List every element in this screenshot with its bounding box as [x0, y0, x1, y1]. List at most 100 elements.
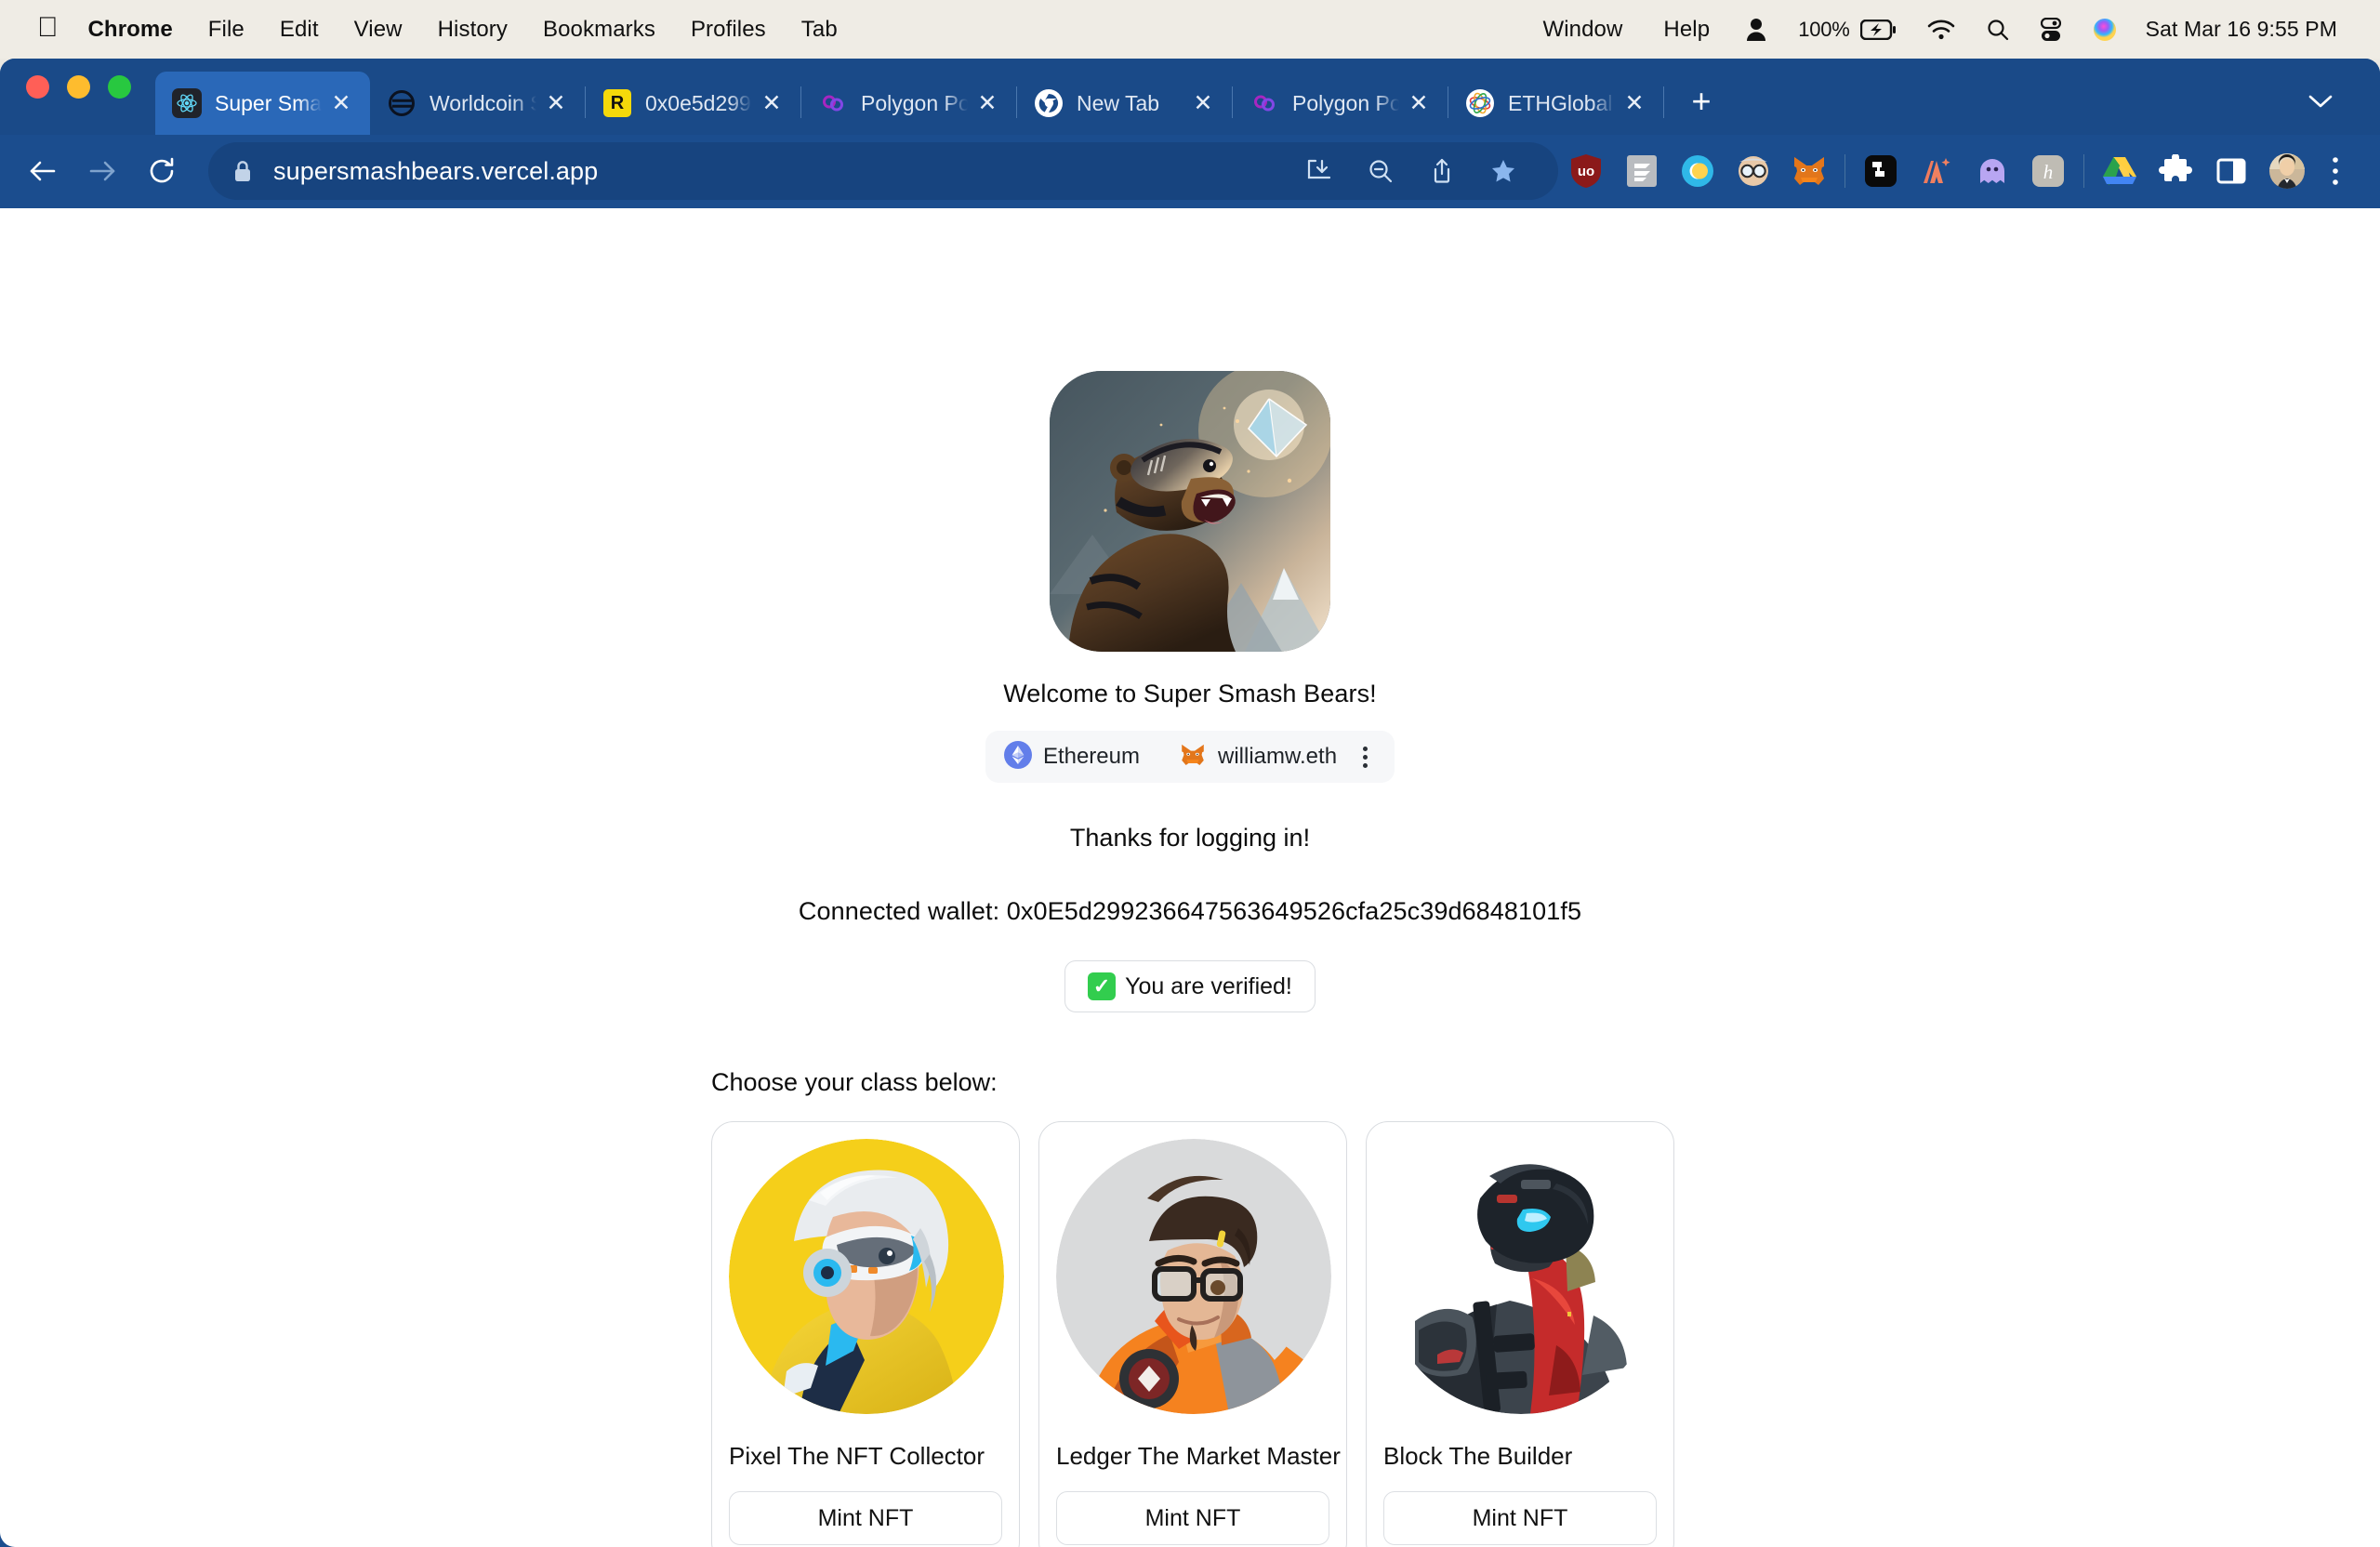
- class-name-label: Ledger The Market Master: [1056, 1442, 1341, 1470]
- nerd-glasses-icon[interactable]: [1728, 147, 1778, 195]
- class-card-block[interactable]: Block The Builder Mint NFT: [1366, 1121, 1674, 1547]
- tab-title: Super Smash B: [215, 90, 322, 115]
- menu-item-file[interactable]: File: [191, 17, 262, 43]
- brave-wallet-icon[interactable]: [1673, 147, 1723, 195]
- class-card-ledger[interactable]: Ledger The Market Master Mint NFT: [1038, 1121, 1347, 1547]
- toolbar-separator: [1844, 154, 1845, 188]
- wallet-connection-pill[interactable]: Ethereum williamw.eth: [985, 731, 1395, 783]
- tab-list: Super Smash B ✕ Worldcoin Sim ✕: [155, 59, 1727, 135]
- share-icon[interactable]: [1411, 142, 1473, 200]
- back-arrow-icon[interactable]: [13, 141, 73, 201]
- verified-status-badge[interactable]: ✓ You are verified!: [1064, 960, 1316, 1012]
- menu-bar-status-group: Window Help 100% Sat Mar 16 9:55 PM: [1522, 11, 2356, 48]
- browser-tab-super-smash-bears[interactable]: Super Smash B ✕: [155, 72, 370, 135]
- bookmark-star-icon[interactable]: [1473, 142, 1534, 200]
- reload-icon[interactable]: [132, 141, 192, 201]
- mint-nft-button[interactable]: Mint NFT: [1056, 1491, 1329, 1545]
- mac-menu-bar:  Chrome File Edit View History Bookmark…: [0, 0, 2380, 59]
- menu-item-edit[interactable]: Edit: [262, 17, 337, 43]
- menu-item-history[interactable]: History: [420, 17, 525, 43]
- menu-item-bookmarks[interactable]: Bookmarks: [525, 17, 673, 43]
- phantom-ghost-icon[interactable]: [1967, 147, 2017, 195]
- user-icon[interactable]: [1730, 11, 1782, 48]
- close-tab-icon[interactable]: ✕: [1619, 87, 1650, 119]
- address-bar-url[interactable]: supersmashbears.vercel.app: [273, 157, 598, 186]
- mint-nft-button[interactable]: Mint NFT: [729, 1491, 1002, 1545]
- connected-wallet-text: Connected wallet: 0x0E5d2992366475636495…: [798, 897, 1582, 925]
- class-card-pixel[interactable]: Pixel The NFT Collector Mint NFT: [711, 1121, 1020, 1547]
- honey-icon[interactable]: h: [2023, 147, 2073, 195]
- menu-bar-clock[interactable]: Sat Mar 16 9:55 PM: [2133, 17, 2341, 42]
- window-traffic-lights: [26, 59, 155, 135]
- notion-icon[interactable]: [1856, 147, 1906, 195]
- browser-tab-polygon-pos-1[interactable]: Polygon PoS C ✕: [801, 72, 1016, 135]
- lock-icon[interactable]: [232, 159, 253, 183]
- class-avatar-image: [1383, 1139, 1659, 1414]
- browser-toolbar: supersmashbears.vercel.app uo h: [0, 135, 2380, 207]
- tab-title: Worldcoin Sim: [430, 90, 536, 115]
- maximize-window-button[interactable]: [108, 74, 131, 99]
- browser-tab-rarible-address[interactable]: R 0x0e5d29923 ✕: [586, 72, 800, 135]
- browser-tab-ethglobal[interactable]: ETHGlobal ✕: [1448, 72, 1663, 135]
- claude-icon[interactable]: [1911, 147, 1962, 195]
- control-center-icon[interactable]: [2025, 11, 2077, 48]
- browser-tab-new-tab[interactable]: New Tab ✕: [1017, 72, 1232, 135]
- tab-separator: [1663, 86, 1664, 118]
- ethereum-icon: [1003, 740, 1032, 774]
- menu-item-view[interactable]: View: [337, 17, 420, 43]
- class-chooser-section: Choose your class below: Pixel The NFT C…: [711, 1068, 1674, 1547]
- menu-item-help[interactable]: Help: [1643, 17, 1730, 43]
- address-bar[interactable]: supersmashbears.vercel.app: [208, 142, 1558, 200]
- siri-icon[interactable]: [2077, 11, 2133, 48]
- close-window-button[interactable]: [26, 74, 49, 99]
- svg-text:h: h: [2043, 161, 2054, 183]
- menu-item-window[interactable]: Window: [1522, 17, 1643, 43]
- close-tab-icon[interactable]: ✕: [1187, 87, 1219, 119]
- polygon-icon: [1250, 88, 1279, 118]
- account-selector[interactable]: williamw.eth: [1179, 742, 1337, 773]
- close-tab-icon[interactable]: ✕: [540, 87, 572, 119]
- apple-logo-icon[interactable]: : [24, 13, 79, 42]
- extensions-puzzle-icon[interactable]: [2150, 147, 2201, 195]
- chrome-icon: [1034, 88, 1064, 118]
- wifi-icon[interactable]: [1911, 11, 1971, 48]
- ublock-origin-icon[interactable]: uo: [1561, 147, 1611, 195]
- minimize-window-button[interactable]: [67, 74, 90, 99]
- forward-arrow-icon[interactable]: [73, 141, 132, 201]
- kebab-menu-icon[interactable]: [1355, 741, 1374, 773]
- class-card-list: Pixel The NFT Collector Mint NFT Ledger …: [711, 1121, 1674, 1547]
- browser-tab-polygon-pos-2[interactable]: Polygon PoS C ✕: [1233, 72, 1448, 135]
- battery-charging-icon[interactable]: [1859, 11, 1911, 48]
- menu-item-profiles[interactable]: Profiles: [673, 17, 784, 43]
- zoom-out-icon[interactable]: [1350, 142, 1411, 200]
- tab-title: Polygon PoS C: [861, 90, 968, 115]
- rarible-icon: R: [602, 88, 632, 118]
- menu-item-chrome[interactable]: Chrome: [79, 17, 191, 43]
- chevron-down-icon[interactable]: [2294, 75, 2347, 127]
- grammarly-icon[interactable]: [1617, 147, 1667, 195]
- side-panel-icon[interactable]: [2206, 147, 2256, 195]
- three-dot-menu-icon[interactable]: [2315, 142, 2356, 200]
- new-tab-button[interactable]: +: [1675, 75, 1727, 127]
- worldcoin-icon: [387, 88, 416, 118]
- choose-class-label: Choose your class below:: [711, 1068, 998, 1096]
- close-tab-icon[interactable]: ✕: [972, 87, 1003, 119]
- spotlight-search-icon[interactable]: [1971, 11, 2025, 48]
- menu-item-tab[interactable]: Tab: [784, 17, 855, 43]
- close-tab-icon[interactable]: ✕: [1403, 87, 1435, 119]
- hero-bear-image: [1050, 371, 1330, 652]
- chain-selector[interactable]: Ethereum: [1003, 740, 1140, 774]
- browser-tab-worldcoin-sim[interactable]: Worldcoin Sim ✕: [370, 72, 585, 135]
- omnibox-action-group: [1289, 142, 1534, 200]
- class-name-label: Pixel The NFT Collector: [729, 1442, 985, 1470]
- profile-avatar[interactable]: [2262, 147, 2312, 195]
- metamask-fox-icon[interactable]: [1784, 147, 1834, 195]
- menu-bar-left-group:  Chrome File Edit View History Bookmark…: [24, 13, 855, 44]
- close-tab-icon[interactable]: ✕: [756, 87, 787, 119]
- mint-nft-button[interactable]: Mint NFT: [1383, 1491, 1657, 1545]
- battery-percent-label: 100%: [1798, 17, 1850, 41]
- install-app-icon[interactable]: [1289, 142, 1350, 200]
- close-tab-icon[interactable]: ✕: [325, 87, 357, 119]
- welcome-heading: Welcome to Super Smash Bears!: [1003, 680, 1377, 707]
- google-drive-icon[interactable]: [2095, 147, 2145, 195]
